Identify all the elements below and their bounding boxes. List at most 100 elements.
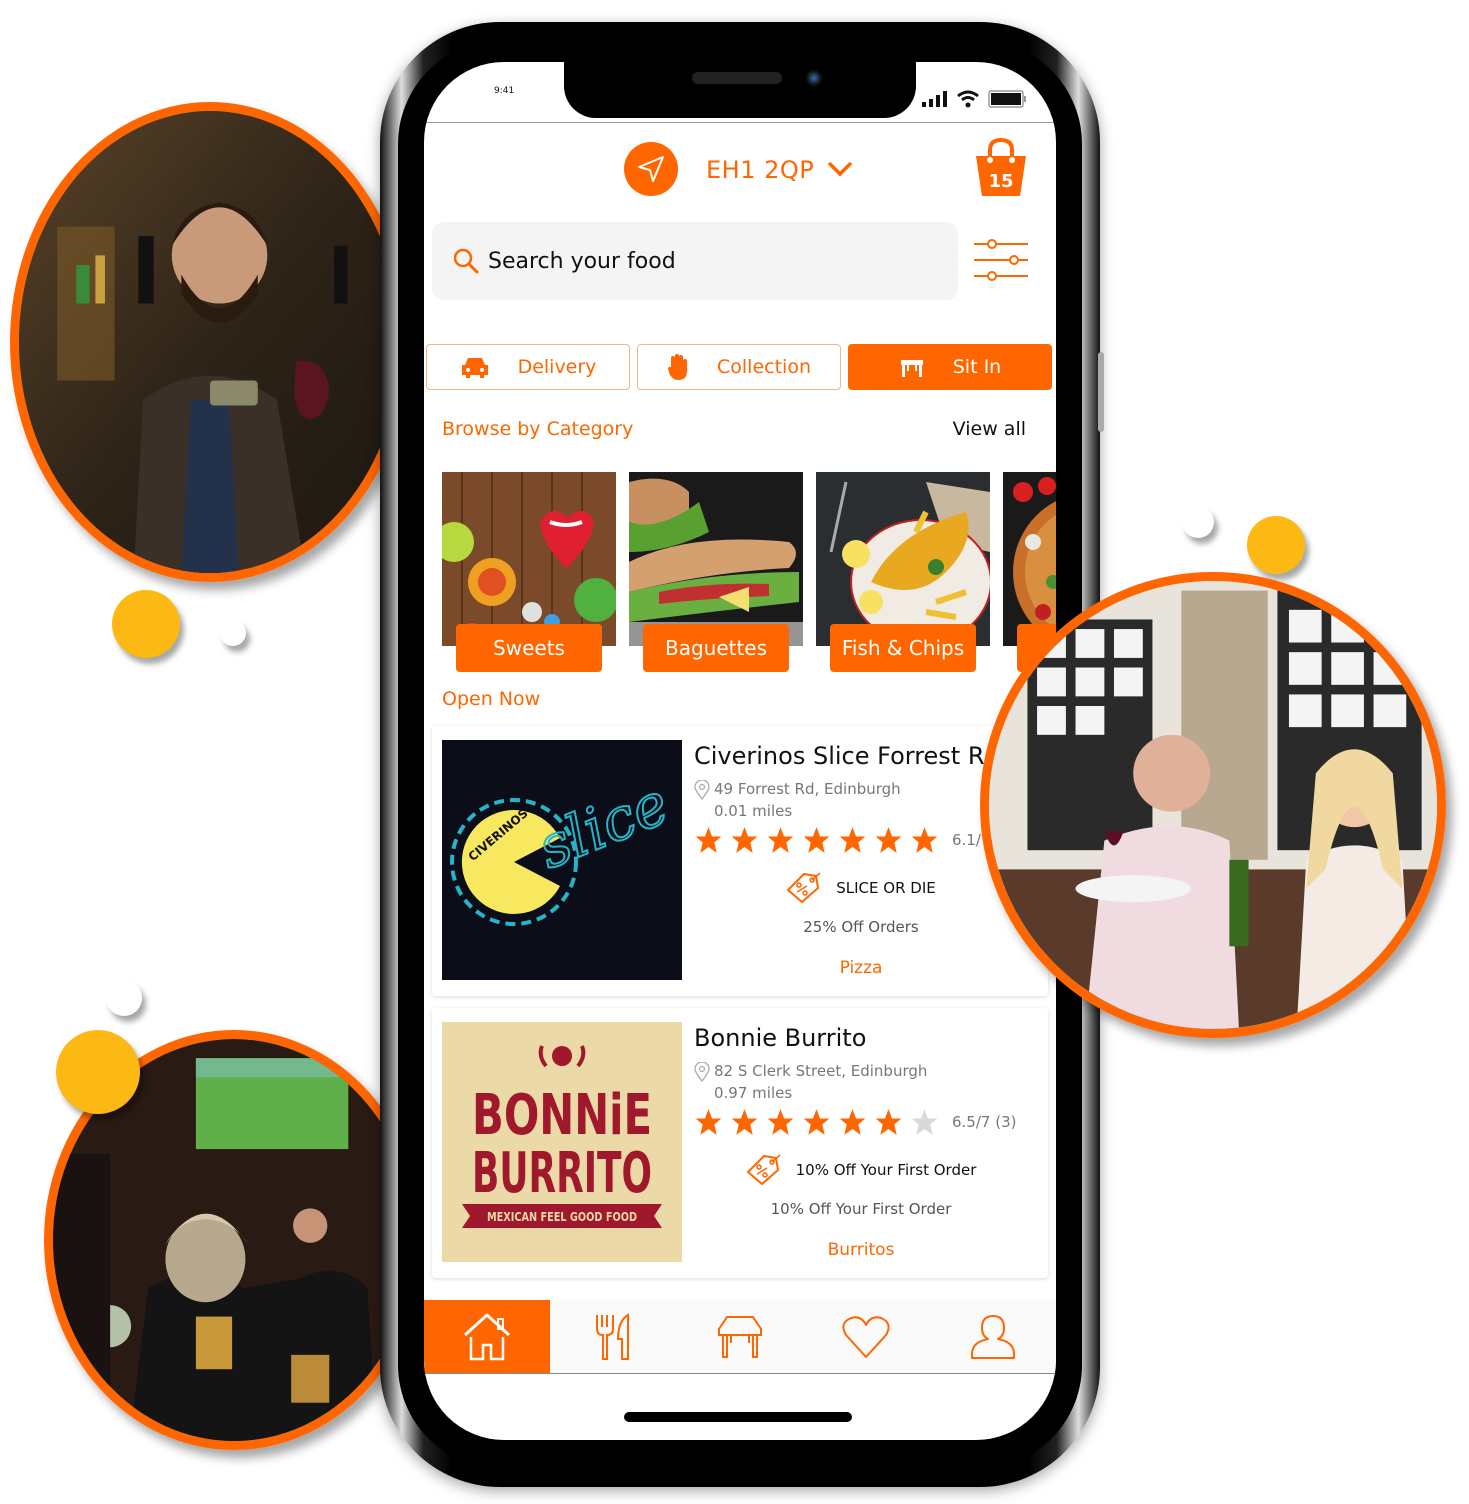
category-card-sweets[interactable]: Sweets [442, 472, 616, 672]
cuisine-label: Pizza [839, 958, 883, 978]
restaurant-name[interactable]: Bonnie Burrito [694, 1024, 866, 1052]
status-time: 9:41 [494, 86, 515, 96]
browse-category-title: Browse by Category [442, 418, 634, 440]
offer-title: SLICE OR DIE [836, 879, 936, 897]
category-image [442, 472, 616, 646]
offer-subtitle: 10% Off Your First Order [770, 1200, 952, 1218]
navigation-arrow-icon [638, 156, 664, 182]
logo-text: BURRITO [472, 1141, 652, 1206]
decor-dot [106, 980, 142, 1016]
star-filled-icon [767, 1109, 794, 1135]
sliders-icon [974, 239, 1028, 281]
star-filled-icon [875, 1109, 902, 1135]
tab-collection-label: Collection [717, 356, 811, 378]
speaker [692, 72, 782, 84]
category-card-pizza-partial[interactable] [1003, 472, 1056, 672]
category-image [1003, 472, 1056, 646]
star-filled-icon [839, 827, 866, 853]
basket-count: 15 [988, 171, 1014, 192]
phone-notch [564, 62, 916, 118]
category-image [816, 472, 990, 646]
battery-icon [988, 90, 1026, 108]
restaurant-distance: 0.97 miles [714, 1084, 793, 1102]
category-label: Fish & Chips [830, 624, 976, 672]
decor-dot [56, 1030, 140, 1114]
table-icon [900, 360, 923, 377]
hand-icon [668, 354, 687, 380]
cuisine-label: Burritos [827, 1240, 895, 1260]
restaurant-name[interactable]: Civerinos Slice Forrest R [694, 742, 985, 770]
wifi-icon [957, 90, 979, 108]
logo-text: BONNiE [472, 1083, 652, 1148]
nav-restaurants[interactable] [550, 1300, 676, 1373]
tab-delivery[interactable]: Delivery [426, 344, 630, 390]
category-image [629, 472, 803, 646]
category-card-baguettes[interactable]: Baguettes [629, 472, 803, 672]
nav-sit-in[interactable] [677, 1300, 803, 1373]
star-empty-icon [911, 1109, 938, 1135]
user-icon [970, 1314, 1015, 1359]
view-all-link[interactable]: View all [953, 418, 1026, 440]
map-pin-icon [694, 1062, 710, 1082]
decor-dot [112, 590, 180, 658]
basket-button[interactable]: 15 [972, 136, 1030, 198]
offer-row: SLICE OR DIE [694, 872, 1028, 904]
app-screen: 9:41 EH1 2QP 15 Search your food Deliver… [424, 62, 1056, 1440]
star-filled-icon [803, 827, 830, 853]
search-icon [453, 248, 479, 274]
star-filled-icon [767, 827, 794, 853]
chevron-down-icon[interactable] [826, 160, 854, 178]
location-button[interactable] [624, 142, 678, 196]
category-card-fish-chips[interactable]: Fish & Chips [816, 472, 990, 672]
tab-collection[interactable]: Collection [637, 344, 841, 390]
tab-delivery-label: Delivery [517, 356, 597, 378]
status-icons [922, 90, 1028, 108]
star-filled-icon [731, 827, 758, 853]
home-indicator[interactable] [624, 1412, 852, 1422]
photo-man-with-phone [10, 102, 410, 582]
tab-sit-in-label: Sit In [952, 356, 1002, 378]
heart-icon [842, 1315, 890, 1358]
filter-button[interactable] [972, 238, 1032, 282]
star-filled-icon [695, 827, 722, 853]
map-pin-icon [694, 780, 710, 800]
restaurant-logo: BONNiE BURRITO MEXICAN FEEL GOOD FOOD [442, 1022, 682, 1262]
decor-dot [220, 620, 246, 646]
nav-home[interactable] [424, 1300, 551, 1373]
star-filled-icon [803, 1109, 830, 1135]
restaurant-logo: CIVERINOS slice [442, 740, 682, 980]
home-icon [464, 1313, 511, 1360]
car-icon [461, 358, 488, 378]
open-now-title: Open Now [442, 688, 541, 710]
address-text: 49 Forrest Rd, Edinburgh [714, 780, 901, 798]
bottom-nav [424, 1300, 1056, 1374]
offer-row: 10% Off Your First Order [694, 1154, 1028, 1186]
search-bar[interactable] [432, 222, 958, 300]
restaurant-address: 49 Forrest Rd, Edinburgh [694, 780, 901, 800]
star-filled-icon [875, 827, 902, 853]
discount-tag-icon [787, 872, 821, 903]
star-rating: 6.5/7 (3) [694, 1108, 1016, 1136]
restaurant-distance: 0.01 miles [714, 802, 793, 820]
offer-subtitle: 25% Off Orders [803, 918, 919, 936]
star-filled-icon [911, 827, 938, 853]
nav-favourites[interactable] [803, 1300, 929, 1373]
offer-title: 10% Off Your First Order [795, 1161, 977, 1179]
star-filled-icon [731, 1109, 758, 1135]
star-filled-icon [839, 1109, 866, 1135]
postcode-selector[interactable]: EH1 2QP [706, 156, 814, 184]
address-text: 82 S Clerk Street, Edinburgh [714, 1062, 928, 1080]
rating-text: 6.5/7 (3) [952, 1113, 1017, 1131]
restaurant-card[interactable]: CIVERINOS slice Civerinos Slice Forrest … [432, 726, 1048, 996]
search-input[interactable] [488, 248, 908, 274]
tab-sit-in[interactable]: Sit In [848, 344, 1052, 390]
decor-dot [1247, 516, 1305, 574]
restaurant-card[interactable]: BONNiE BURRITO MEXICAN FEEL GOOD FOOD Bo… [432, 1008, 1048, 1278]
signal-icon [922, 91, 947, 107]
camera [806, 70, 822, 86]
table-icon [718, 1315, 763, 1358]
fork-knife-icon [595, 1312, 629, 1360]
decor-dot [1182, 506, 1214, 538]
nav-profile[interactable] [930, 1300, 1056, 1373]
category-label: Baguettes [643, 624, 789, 672]
